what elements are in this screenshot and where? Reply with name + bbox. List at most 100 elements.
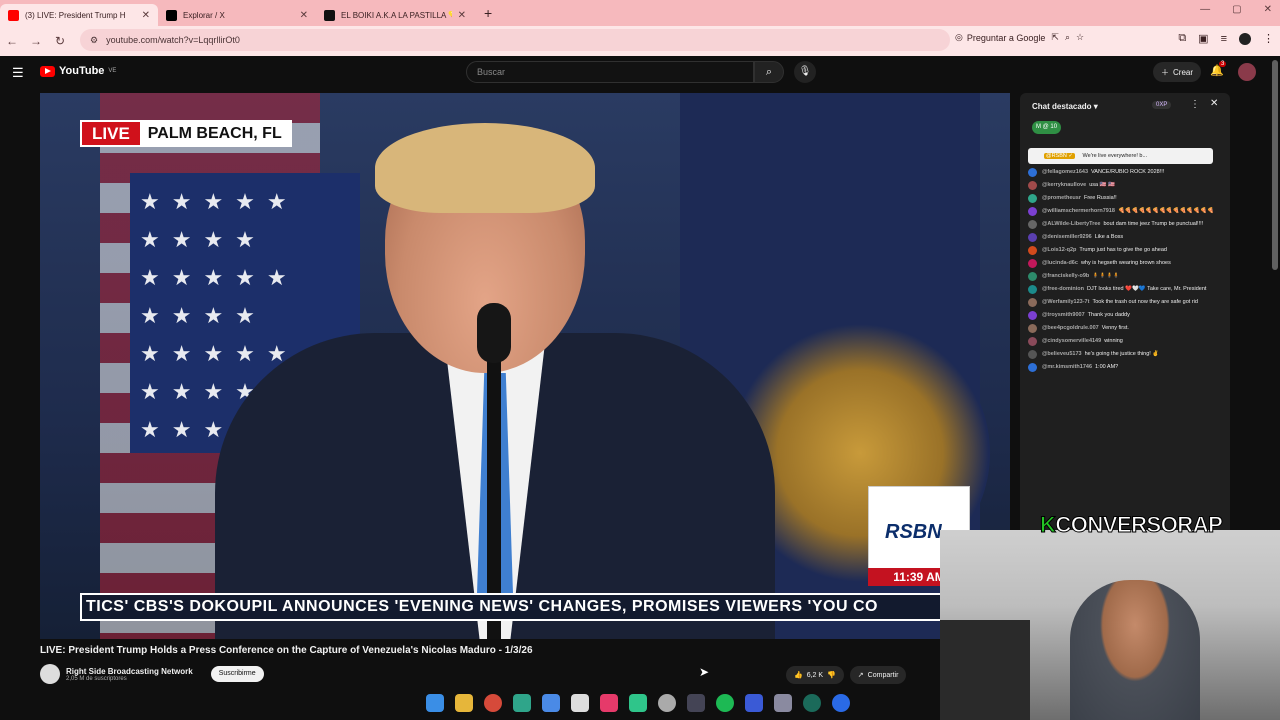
chat-username[interactable]: @denisemiller9296: [1042, 234, 1092, 240]
chat-username[interactable]: @mr.kimsmith1746: [1042, 364, 1092, 370]
app-icon[interactable]: [513, 694, 531, 712]
tab-youtube[interactable]: (3) LIVE: President Trump H ✕: [0, 4, 158, 26]
chat-message[interactable]: @ALWilde-LibertyTree bout dam time jeez T…: [1028, 220, 1224, 229]
chat-message[interactable]: @mr.kimsmith1746 1:00 AM?: [1028, 363, 1224, 372]
steam-icon[interactable]: [687, 694, 705, 712]
app-icon[interactable]: [571, 694, 589, 712]
chat-poll-badge[interactable]: M @ 10: [1032, 121, 1062, 134]
reload-icon[interactable]: ↻: [48, 34, 72, 48]
chrome-icon[interactable]: [484, 694, 502, 712]
new-tab-button[interactable]: +: [484, 5, 492, 21]
chat-username[interactable]: @williamschermerhorn7918: [1042, 208, 1115, 214]
close-window-icon[interactable]: ✕: [1264, 4, 1272, 15]
chat-text: VANCE/RUBIO ROCK 2028!!!: [1091, 169, 1165, 175]
chat-message[interactable]: @bee4pcgoldrule.007 Venny first.: [1028, 324, 1224, 333]
close-tab-icon[interactable]: ✕: [458, 10, 466, 21]
live-label: LIVE: [82, 122, 140, 145]
app-icon[interactable]: [542, 694, 560, 712]
url-text[interactable]: youtube.com/watch?v=LqqrllirOt0: [106, 35, 240, 45]
app-icon[interactable]: [774, 694, 792, 712]
chat-message-body: @bee4pcgoldrule.007 Venny first.: [1042, 324, 1129, 333]
chat-username[interactable]: @free-dominion: [1042, 286, 1084, 292]
search-input[interactable]: Buscar: [466, 61, 754, 83]
bookmark-star-icon[interactable]: ☆: [1076, 32, 1084, 43]
chat-username[interactable]: @Werfamily123-7t: [1042, 299, 1089, 305]
chat-message[interactable]: @prometheusr Free Russia!!: [1028, 194, 1224, 203]
tab-x-explorar[interactable]: Explorar / X ✕: [158, 4, 316, 26]
chat-message[interactable]: @cindysomerville4149 winning: [1028, 337, 1224, 346]
chat-username[interactable]: @lucinda-d6c: [1042, 260, 1078, 266]
like-button[interactable]: 👍 6,2 K 👎: [786, 666, 844, 684]
chat-username[interactable]: @fellagomez1643: [1042, 169, 1088, 175]
chat-mode-dropdown[interactable]: Chat destacado: [1032, 102, 1092, 111]
minimize-icon[interactable]: —: [1200, 4, 1210, 15]
chat-username[interactable]: @cindysomerville4149: [1042, 338, 1101, 344]
chat-username[interactable]: @kerryknaullove: [1042, 182, 1086, 188]
profile-avatar[interactable]: [1239, 32, 1251, 45]
subscribe-button[interactable]: Suscribirme: [210, 666, 264, 682]
tab-tiktok[interactable]: EL BOIKI A.K.A LA PASTILLA 💊 ✕: [316, 4, 474, 26]
channel-avatar[interactable]: [40, 664, 60, 684]
close-tab-icon[interactable]: ✕: [142, 10, 150, 21]
chat-message[interactable]: @fellagomez1643 VANCE/RUBIO ROCK 2028!!!: [1028, 168, 1224, 177]
chat-more-icon[interactable]: ⋮: [1190, 99, 1200, 110]
extensions-icon[interactable]: ⧉: [1178, 32, 1186, 45]
forward-icon[interactable]: →: [24, 34, 48, 48]
chat-username[interactable]: @prometheusr: [1042, 195, 1081, 201]
share-button[interactable]: ↗ Compartir: [849, 666, 907, 684]
chat-message[interactable]: @williamschermerhorn7918 🍕🍕🍕🍕🍕🍕🍕🍕🍕🍕🍕🍕🍕🍕: [1028, 207, 1224, 216]
chat-message[interactable]: @lucinda-d6c why is hegseth wearing brown…: [1028, 259, 1224, 268]
chat-message[interactable]: @kerryknaullove usa 🇺🇸 🇺🇸: [1028, 181, 1224, 190]
ask-google-button[interactable]: ◎ Preguntar a Google: [955, 32, 1045, 43]
chat-username[interactable]: @bee4pcgoldrule.007: [1042, 325, 1099, 331]
account-avatar[interactable]: [1238, 63, 1256, 81]
chat-message[interactable]: @troysmith9007 Thank you daddy: [1028, 311, 1224, 320]
maximize-icon[interactable]: ▢: [1232, 4, 1241, 15]
search-button[interactable]: ⌕: [754, 61, 784, 83]
menu-kebab-icon[interactable]: ⋮: [1263, 32, 1274, 45]
chat-username[interactable]: @believeu5173: [1042, 351, 1082, 357]
thumbs-down-icon[interactable]: 👎: [827, 671, 836, 679]
app-icon[interactable]: [658, 694, 676, 712]
tiktok-icon[interactable]: [600, 694, 618, 712]
menu-hamburger-icon[interactable]: ☰: [12, 65, 24, 81]
app-icon[interactable]: [745, 694, 763, 712]
channel-info: Right Side Broadcasting Network 2,05 M d…: [66, 667, 193, 682]
page-scrollbar[interactable]: [1272, 60, 1278, 270]
chat-message[interactable]: @believeu5173 he's going the justice thin…: [1028, 350, 1224, 359]
chat-message[interactable]: @Werfamily123-7t Took the trash out now t…: [1028, 298, 1224, 307]
create-button[interactable]: ＋ Crear: [1153, 62, 1202, 82]
chat-message[interactable]: @Lois12-q2p Trump just has to give the go…: [1028, 246, 1224, 255]
youtube-logo[interactable]: YouTube VE: [40, 65, 116, 77]
close-tab-icon[interactable]: ✕: [300, 10, 308, 21]
spotify-icon[interactable]: [716, 694, 734, 712]
chat-username[interactable]: @Lois12-q2p: [1042, 247, 1076, 253]
back-icon[interactable]: ←: [0, 34, 24, 48]
site-info-icon[interactable]: ⚙: [90, 35, 98, 46]
chat-points-badge[interactable]: 0XP: [1152, 101, 1172, 109]
file-explorer-icon[interactable]: [455, 694, 473, 712]
zoom-icon[interactable]: ⌕: [1065, 32, 1070, 43]
channel-name[interactable]: Right Side Broadcasting Network: [66, 667, 193, 676]
chat-message[interactable]: @free-dominion DJT looks tired ❤️🤍💙 Take …: [1028, 285, 1224, 294]
windows-start-icon[interactable]: [426, 694, 444, 712]
mouse-cursor-icon: ➤: [699, 665, 710, 679]
voice-search-button[interactable]: 🎙: [794, 61, 816, 83]
app-icon[interactable]: [803, 694, 821, 712]
address-bar[interactable]: ⚙ youtube.com/watch?v=LqqrllirOt0: [80, 29, 950, 51]
split-view-icon[interactable]: ▣: [1198, 32, 1208, 45]
chat-username[interactable]: @franciskelly-o9b: [1042, 273, 1089, 279]
chat-username[interactable]: @ALWilde-LibertyTree: [1042, 221, 1101, 227]
install-icon[interactable]: ⇱: [1051, 32, 1059, 43]
video-player[interactable]: ★★★★★ ★★★★ ★★★★★ ★★★★ ★★★★★ ★★★★ ★★★★★ L…: [40, 93, 1010, 639]
close-icon[interactable]: ✕: [1210, 98, 1218, 109]
pinned-message[interactable]: @RSBN ✓ We're live everywhere! b...: [1028, 148, 1213, 164]
media-controls-icon[interactable]: ≡: [1221, 33, 1227, 45]
app-icon[interactable]: [629, 694, 647, 712]
app-icon[interactable]: [832, 694, 850, 712]
chat-message[interactable]: @denisemiller9296 Like a Boss: [1028, 233, 1224, 242]
chat-username[interactable]: @troysmith9007: [1042, 312, 1085, 318]
chat-user-avatar: [1028, 363, 1037, 372]
tab-title: EL BOIKI A.K.A LA PASTILLA 💊: [341, 10, 452, 20]
chat-message[interactable]: @franciskelly-o9b 🧍🧍🧍🧍: [1028, 272, 1224, 281]
